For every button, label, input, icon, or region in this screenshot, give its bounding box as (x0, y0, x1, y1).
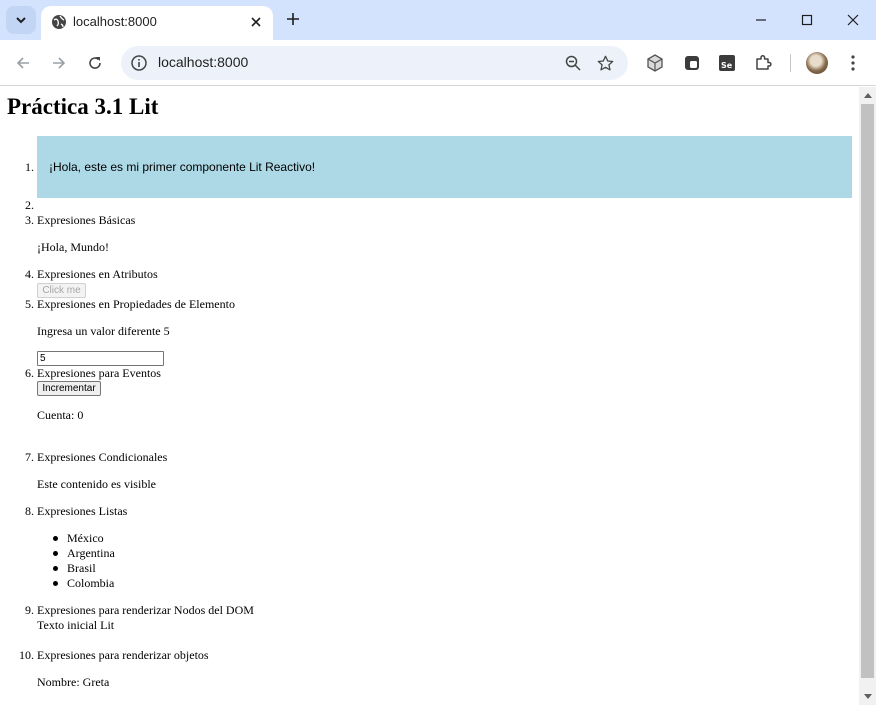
item-number: 1. (25, 160, 34, 174)
triangle-down-icon (863, 694, 872, 699)
item-number: 9. (25, 603, 34, 617)
greeting-text: ¡Hola, este es mi primer componente Lit … (49, 160, 316, 174)
extension-button[interactable] (681, 52, 703, 74)
browser-menu-button[interactable] (843, 52, 863, 74)
star-icon (597, 55, 613, 71)
item-content: Texto inicial Lit (37, 618, 115, 632)
profile-avatar[interactable] (806, 52, 828, 74)
bullet-marker (53, 581, 58, 586)
forward-button[interactable] (45, 49, 73, 77)
tab-close-button[interactable] (247, 13, 265, 31)
back-button[interactable] (9, 49, 37, 77)
tab-strip: localhost:8000 (0, 0, 876, 40)
page-title: Práctica 3.1 Lit (7, 94, 159, 119)
item-number: 5. (25, 297, 34, 311)
kebab-menu-icon (851, 55, 855, 71)
counter-text: Cuenta: 0 (37, 408, 84, 422)
click-me-button[interactable]: Click me (37, 283, 86, 298)
item-number: 3. (25, 213, 34, 227)
triangle-up-icon (863, 93, 872, 98)
url-text[interactable]: localhost:8000 (158, 54, 248, 70)
list-item: Brasil (67, 561, 96, 575)
tab-title: localhost:8000 (73, 14, 157, 29)
item-content: Nombre: Greta (37, 675, 110, 689)
puzzle-icon (756, 54, 772, 70)
item-number: 2. (25, 198, 34, 212)
close-icon (251, 17, 261, 27)
address-bar[interactable]: localhost:8000 (121, 46, 628, 80)
plus-icon (287, 13, 299, 25)
browser-toolbar: localhost:8000 Se (0, 40, 876, 86)
item-number: 7. (25, 450, 34, 464)
globe-icon (52, 15, 66, 29)
scroll-down-button[interactable] (859, 689, 876, 705)
arrow-left-icon (16, 57, 29, 69)
list-item: Colombia (67, 576, 115, 590)
bullet-marker (53, 566, 58, 571)
increment-button[interactable]: Incrementar (37, 381, 101, 396)
close-window-button[interactable] (830, 0, 876, 40)
minimize-icon (756, 19, 766, 21)
browser-tab[interactable]: localhost:8000 (41, 6, 273, 40)
item-label: Expresiones para renderizar objetos (37, 648, 209, 662)
item-content: Este contenido es visible (37, 477, 156, 491)
cube-icon (647, 54, 663, 72)
close-icon (847, 14, 859, 26)
toolbar-separator (790, 54, 791, 72)
item-label: Expresiones para Eventos (37, 366, 161, 380)
page-viewport: Práctica 3.1 Lit 1. ¡Hola, este es mi pr… (0, 87, 859, 705)
value-input[interactable] (37, 351, 164, 366)
list-item: Argentina (67, 546, 115, 560)
vertical-scrollbar[interactable] (859, 87, 876, 705)
zoom-button[interactable] (563, 53, 583, 73)
bullet-marker (53, 551, 58, 556)
item-number: 10. (19, 648, 34, 662)
chevron-down-icon (16, 17, 26, 24)
item-label: Expresiones en Atributos (37, 267, 158, 281)
item-label: Expresiones Listas (37, 504, 128, 518)
selenium-icon: Se (719, 55, 735, 71)
maximize-button[interactable] (784, 0, 830, 40)
item-number: 6. (25, 366, 34, 380)
lit-greeting-card: ¡Hola, este es mi primer componente Lit … (37, 136, 852, 198)
tab-search-button[interactable] (6, 6, 36, 34)
reload-button[interactable] (81, 49, 109, 77)
item-label: Expresiones en Propiedades de Elemento (37, 297, 235, 311)
scroll-thumb[interactable] (861, 104, 874, 678)
reload-icon (89, 57, 101, 69)
extension-app-icon (685, 56, 699, 70)
extensions-menu-button[interactable] (752, 52, 774, 74)
arrow-right-icon (53, 57, 66, 69)
item-label: Expresiones Básicas (37, 213, 136, 227)
site-info-icon[interactable] (130, 54, 148, 72)
item-label: Expresiones Condicionales (37, 450, 168, 464)
maximize-icon (801, 14, 813, 26)
minimize-button[interactable] (738, 0, 784, 40)
selenium-ide-button[interactable]: Se (716, 52, 738, 74)
item-number: 4. (25, 267, 34, 281)
item-label: Expresiones para renderizar Nodos del DO… (37, 603, 254, 617)
new-tab-button[interactable] (282, 8, 304, 30)
svg-text:Se: Se (721, 61, 733, 70)
bullet-marker (53, 536, 58, 541)
extension-cube-button[interactable] (644, 52, 666, 74)
zoom-out-icon (565, 55, 581, 71)
list-item: México (67, 531, 104, 545)
bookmark-button[interactable] (595, 53, 615, 73)
item-number: 8. (25, 504, 34, 518)
scroll-up-button[interactable] (859, 87, 876, 103)
item-content: Ingresa un valor diferente 5 (37, 324, 170, 338)
item-content: ¡Hola, Mundo! (37, 240, 109, 254)
